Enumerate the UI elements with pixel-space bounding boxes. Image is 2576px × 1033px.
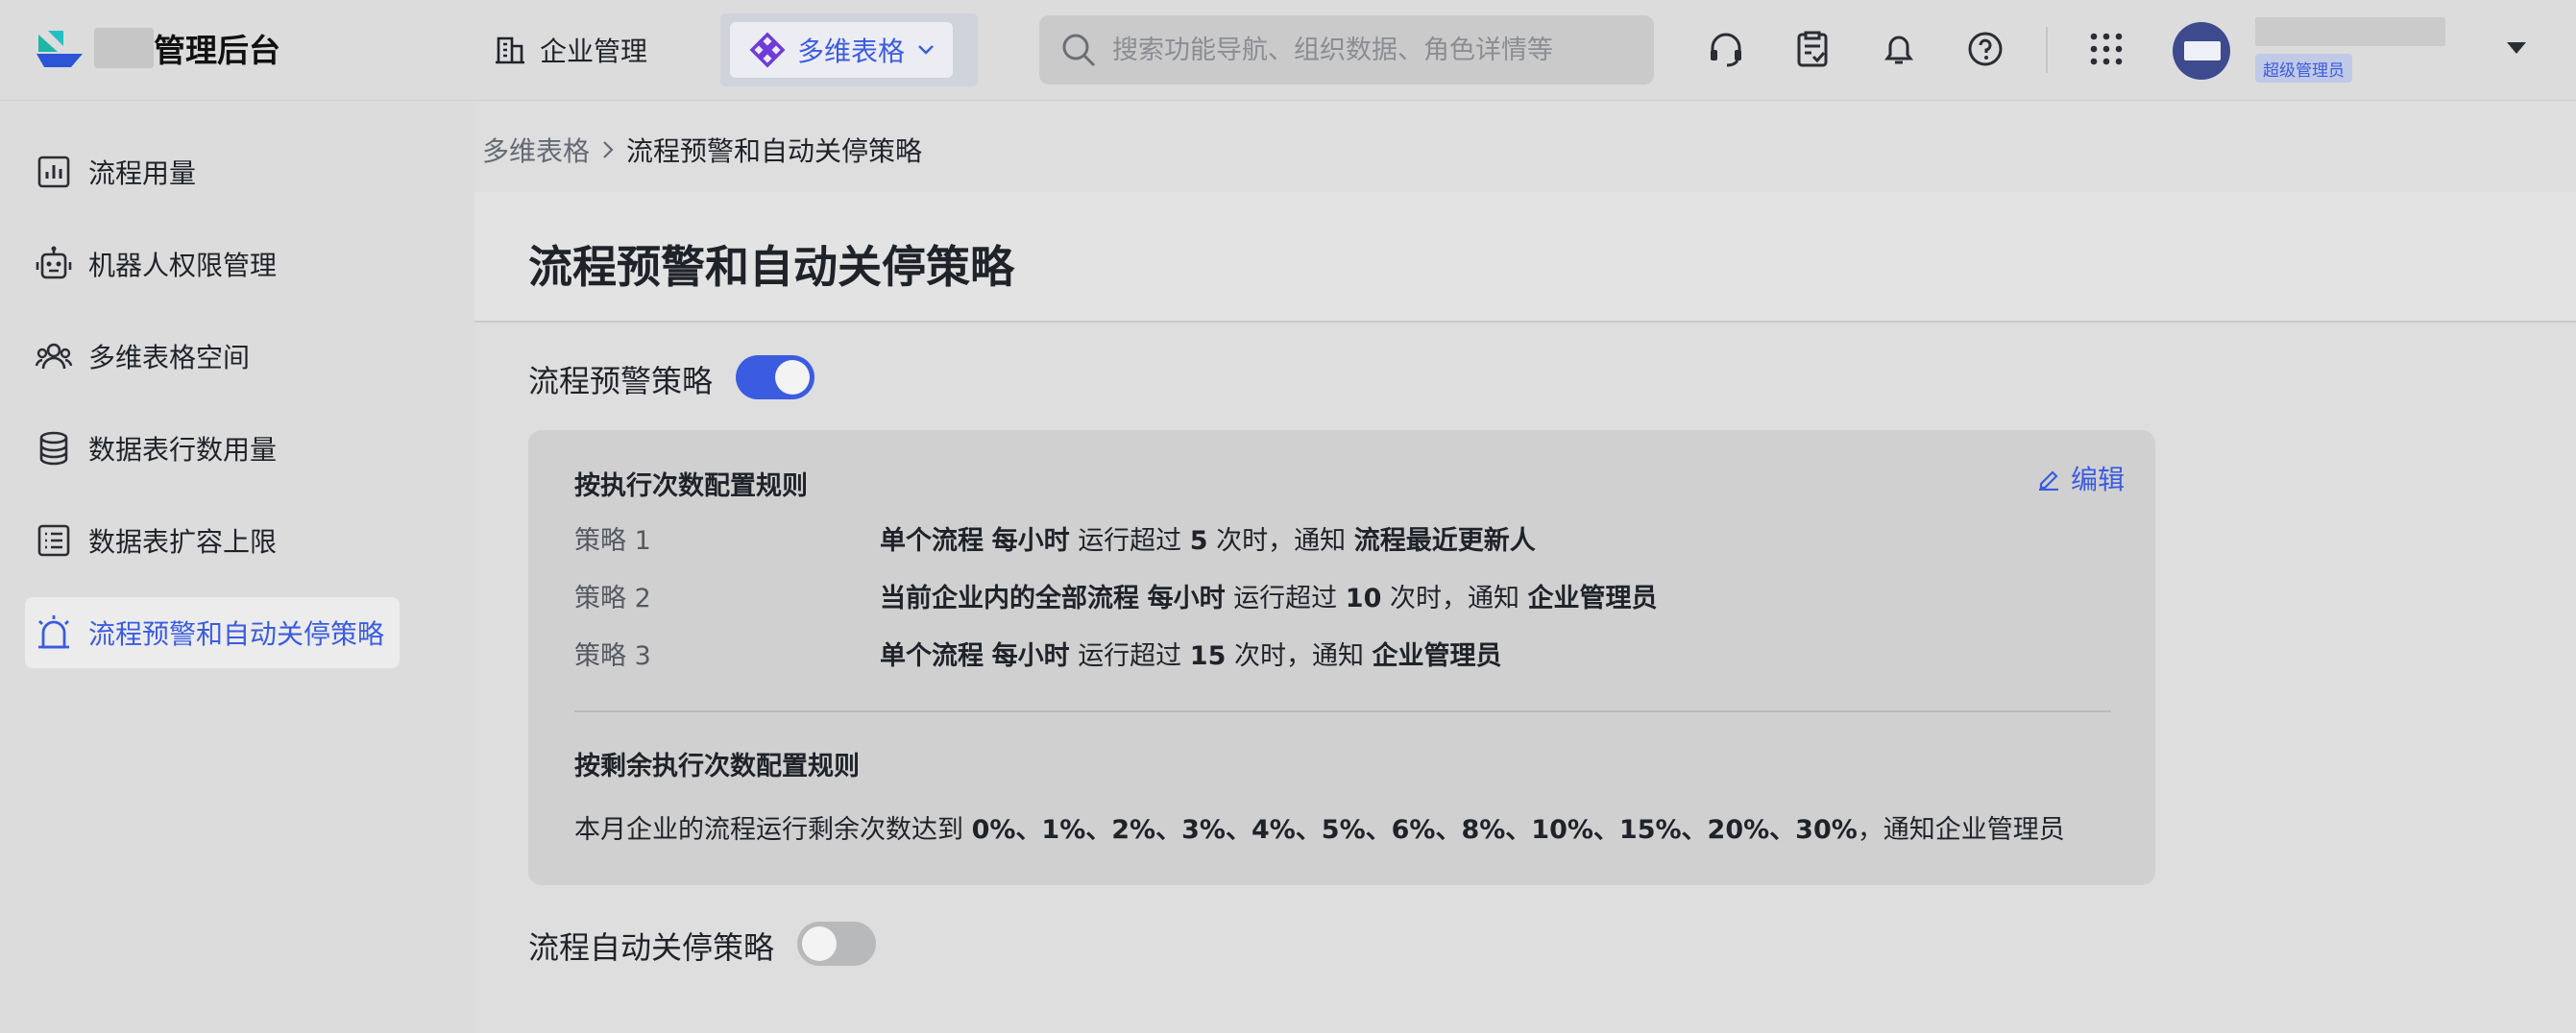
rule-name: 策略 2 [574, 583, 651, 613]
role-badge: 超级管理员 [2255, 54, 2352, 83]
rule-row: 策略 2 当前企业内的全部流程 每小时 运行超过 10 次时，通知 企业管理员 [574, 576, 1658, 614]
sidebar-item-robot-permissions[interactable]: 机器人权限管理 [25, 228, 400, 300]
breadcrumb: 多维表格 流程预警和自动关停策略 [482, 131, 922, 169]
auto-stop-policy-label: 流程自动关停策略 [528, 929, 775, 966]
bar-chart-icon [37, 156, 70, 188]
sidebar-item-table-expansion-limit[interactable]: 数据表扩容上限 [25, 505, 400, 576]
chevron-right-icon [603, 141, 614, 158]
breadcrumb-current: 流程预警和自动关停策略 [626, 135, 923, 167]
search-icon [1062, 34, 1096, 67]
sidebar: 流程用量 机器人权限管理 多维表格空间 数据表行数用量 数据表扩容上限 流程预警… [0, 102, 473, 1033]
header-divider [2046, 27, 2048, 73]
rule-description: 单个流程 每小时 运行超过 5 次时，通知 流程最近更新人 [880, 525, 1536, 556]
avatar[interactable] [2173, 22, 2230, 80]
breadcrumb-parent[interactable]: 多维表格 [482, 131, 590, 169]
sidebar-item-label: 多维表格空间 [88, 342, 251, 373]
page-title: 流程预警和自动关停策略 [528, 241, 1014, 293]
nav-bitable-dropdown[interactable]: 多维表格 [730, 22, 953, 78]
edit-label: 编辑 [2070, 464, 2125, 495]
top-bar: 管理后台 企业管理 多维表格 搜索功能导航、组织数据、角色详情等 超级管理员 [0, 0, 2576, 101]
toggle-knob [802, 926, 837, 961]
sidebar-item-flow-warning-policy[interactable]: 流程预警和自动关停策略 [25, 597, 400, 668]
chevron-down-icon [918, 45, 934, 55]
sidebar-item-table-row-usage[interactable]: 数据表行数用量 [25, 413, 400, 484]
help-icon[interactable] [1965, 29, 2005, 69]
rule-name: 策略 1 [574, 525, 651, 556]
nav-enterprise-management[interactable]: 企业管理 [494, 29, 647, 71]
robot-icon [36, 246, 72, 279]
sidebar-item-label: 数据表扩容上限 [88, 526, 278, 558]
nav-bitable-container: 多维表格 [720, 13, 978, 86]
headset-icon[interactable] [1706, 29, 1746, 69]
app-grid-icon[interactable] [2086, 29, 2126, 69]
brand-title: 管理后台 [154, 32, 280, 69]
nav-bitable-label: 多维表格 [797, 36, 906, 67]
brand: 管理后台 [94, 27, 280, 69]
rule-row: 策略 1 单个流程 每小时 运行超过 5 次时，通知 流程最近更新人 [574, 518, 1536, 557]
sidebar-item-label: 机器人权限管理 [88, 250, 278, 281]
caret-down-icon[interactable] [2505, 40, 2528, 56]
list-icon [37, 524, 70, 557]
by-count-heading: 按执行次数配置规则 [574, 471, 808, 501]
rule-row: 策略 3 单个流程 每小时 运行超过 15 次时，通知 企业管理员 [574, 634, 1502, 672]
edit-pencil-icon [2038, 470, 2058, 491]
warning-rules-card: 按执行次数配置规则 编辑 策略 1 单个流程 每小时 运行超过 5 次时，通知 … [528, 430, 2155, 885]
app-logo-icon[interactable] [35, 29, 85, 69]
global-search[interactable] [1039, 15, 1654, 84]
by-remaining-heading: 按剩余执行次数配置规则 [574, 752, 860, 781]
database-icon [39, 431, 68, 466]
users-icon [35, 343, 73, 370]
rule-description: 当前企业内的全部流程 每小时 运行超过 10 次时，通知 企业管理员 [880, 583, 1658, 613]
nav-enterprise-label: 企业管理 [540, 36, 648, 67]
toggle-knob [775, 360, 810, 395]
alarm-icon [38, 615, 69, 649]
remaining-rule-description: 本月企业的流程运行剩余次数达到 0%、1%、2%、3%、4%、5%、6%、8%、… [574, 815, 2065, 845]
user-name-redacted [2255, 17, 2445, 46]
sidebar-item-bitable-space[interactable]: 多维表格空间 [25, 321, 400, 392]
card-divider [574, 710, 2111, 712]
search-input[interactable] [1112, 35, 1631, 65]
building-icon [496, 36, 524, 64]
auto-stop-policy-toggle[interactable] [797, 922, 876, 966]
brand-name-redacted [94, 28, 154, 68]
sidebar-item-label: 流程预警和自动关停策略 [88, 618, 385, 650]
bell-icon[interactable] [1879, 29, 1919, 69]
warning-policy-label: 流程预警策略 [528, 363, 714, 399]
rule-name: 策略 3 [574, 640, 651, 671]
edit-button[interactable]: 编辑 [2036, 459, 2125, 497]
warning-policy-toggle[interactable] [736, 355, 814, 399]
avatar-image [2184, 41, 2221, 60]
rule-description: 单个流程 每小时 运行超过 15 次时，通知 企业管理员 [880, 640, 1502, 671]
sidebar-item-flow-usage[interactable]: 流程用量 [25, 136, 400, 207]
bitable-logo-icon [749, 32, 786, 68]
sidebar-item-label: 数据表行数用量 [88, 434, 278, 466]
main-content: 多维表格 流程预警和自动关停策略 流程预警和自动关停策略 流程预警策略 按执行次… [474, 102, 2576, 1033]
page-header: 流程预警和自动关停策略 [474, 192, 2576, 323]
sidebar-item-label: 流程用量 [88, 157, 197, 189]
clipboard-check-icon[interactable] [1792, 29, 1833, 69]
